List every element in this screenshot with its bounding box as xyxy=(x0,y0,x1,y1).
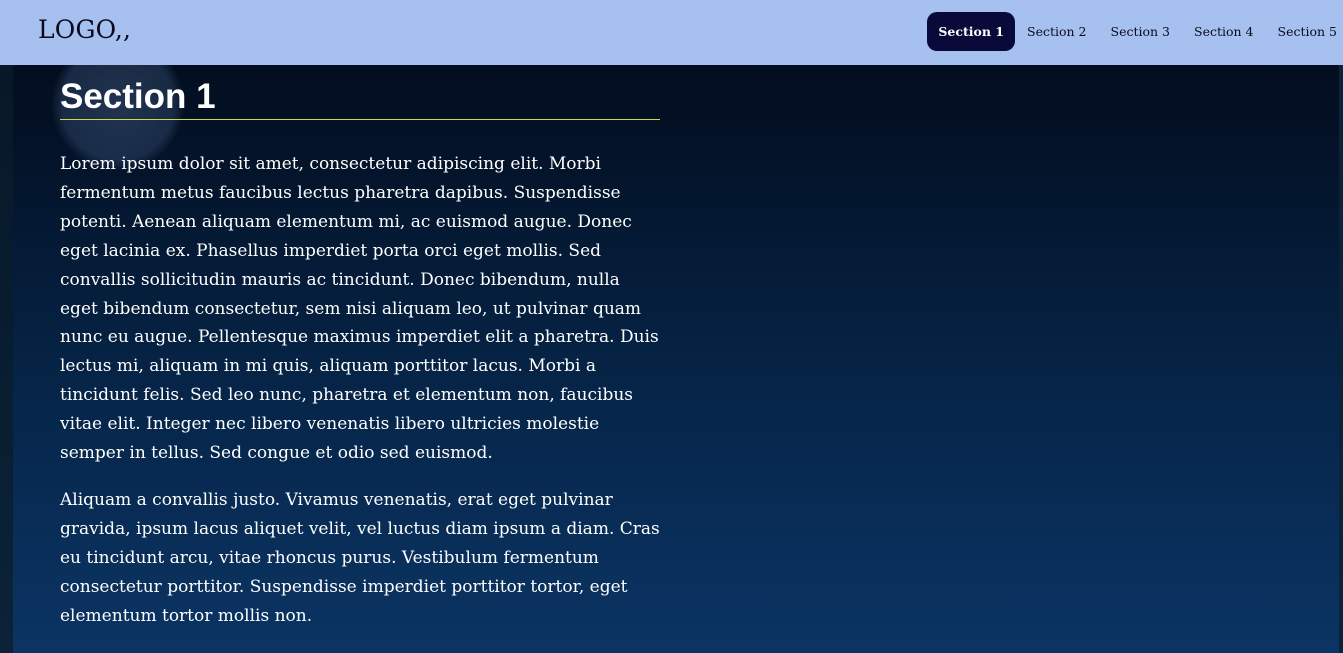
left-edge xyxy=(0,0,13,653)
page: Section 1 Lorem ipsum dolor sit amet, co… xyxy=(0,0,1343,653)
section-content: Section 1 Lorem ipsum dolor sit amet, co… xyxy=(60,77,660,631)
section-title: Section 1 xyxy=(60,77,660,120)
paragraph-1: Lorem ipsum dolor sit amet, consectetur … xyxy=(60,154,659,464)
nav-item-section-1[interactable]: Section 1 xyxy=(927,12,1015,51)
top-navbar: LOGO,, Section 1 Section 2 Section 3 Sec… xyxy=(0,0,1343,65)
logo[interactable]: LOGO,, xyxy=(38,15,131,44)
right-edge xyxy=(1339,0,1343,653)
nav-item-section-2[interactable]: Section 2 xyxy=(1015,12,1099,51)
nav-menu: Section 1 Section 2 Section 3 Section 4 … xyxy=(927,12,1343,51)
paragraph-2: Aliquam a convallis justo. Vivamus venen… xyxy=(60,489,660,626)
nav-item-section-5[interactable]: Section 5 xyxy=(1266,12,1343,51)
nav-item-section-3[interactable]: Section 3 xyxy=(1099,12,1183,51)
nav-item-section-4[interactable]: Section 4 xyxy=(1182,12,1266,51)
